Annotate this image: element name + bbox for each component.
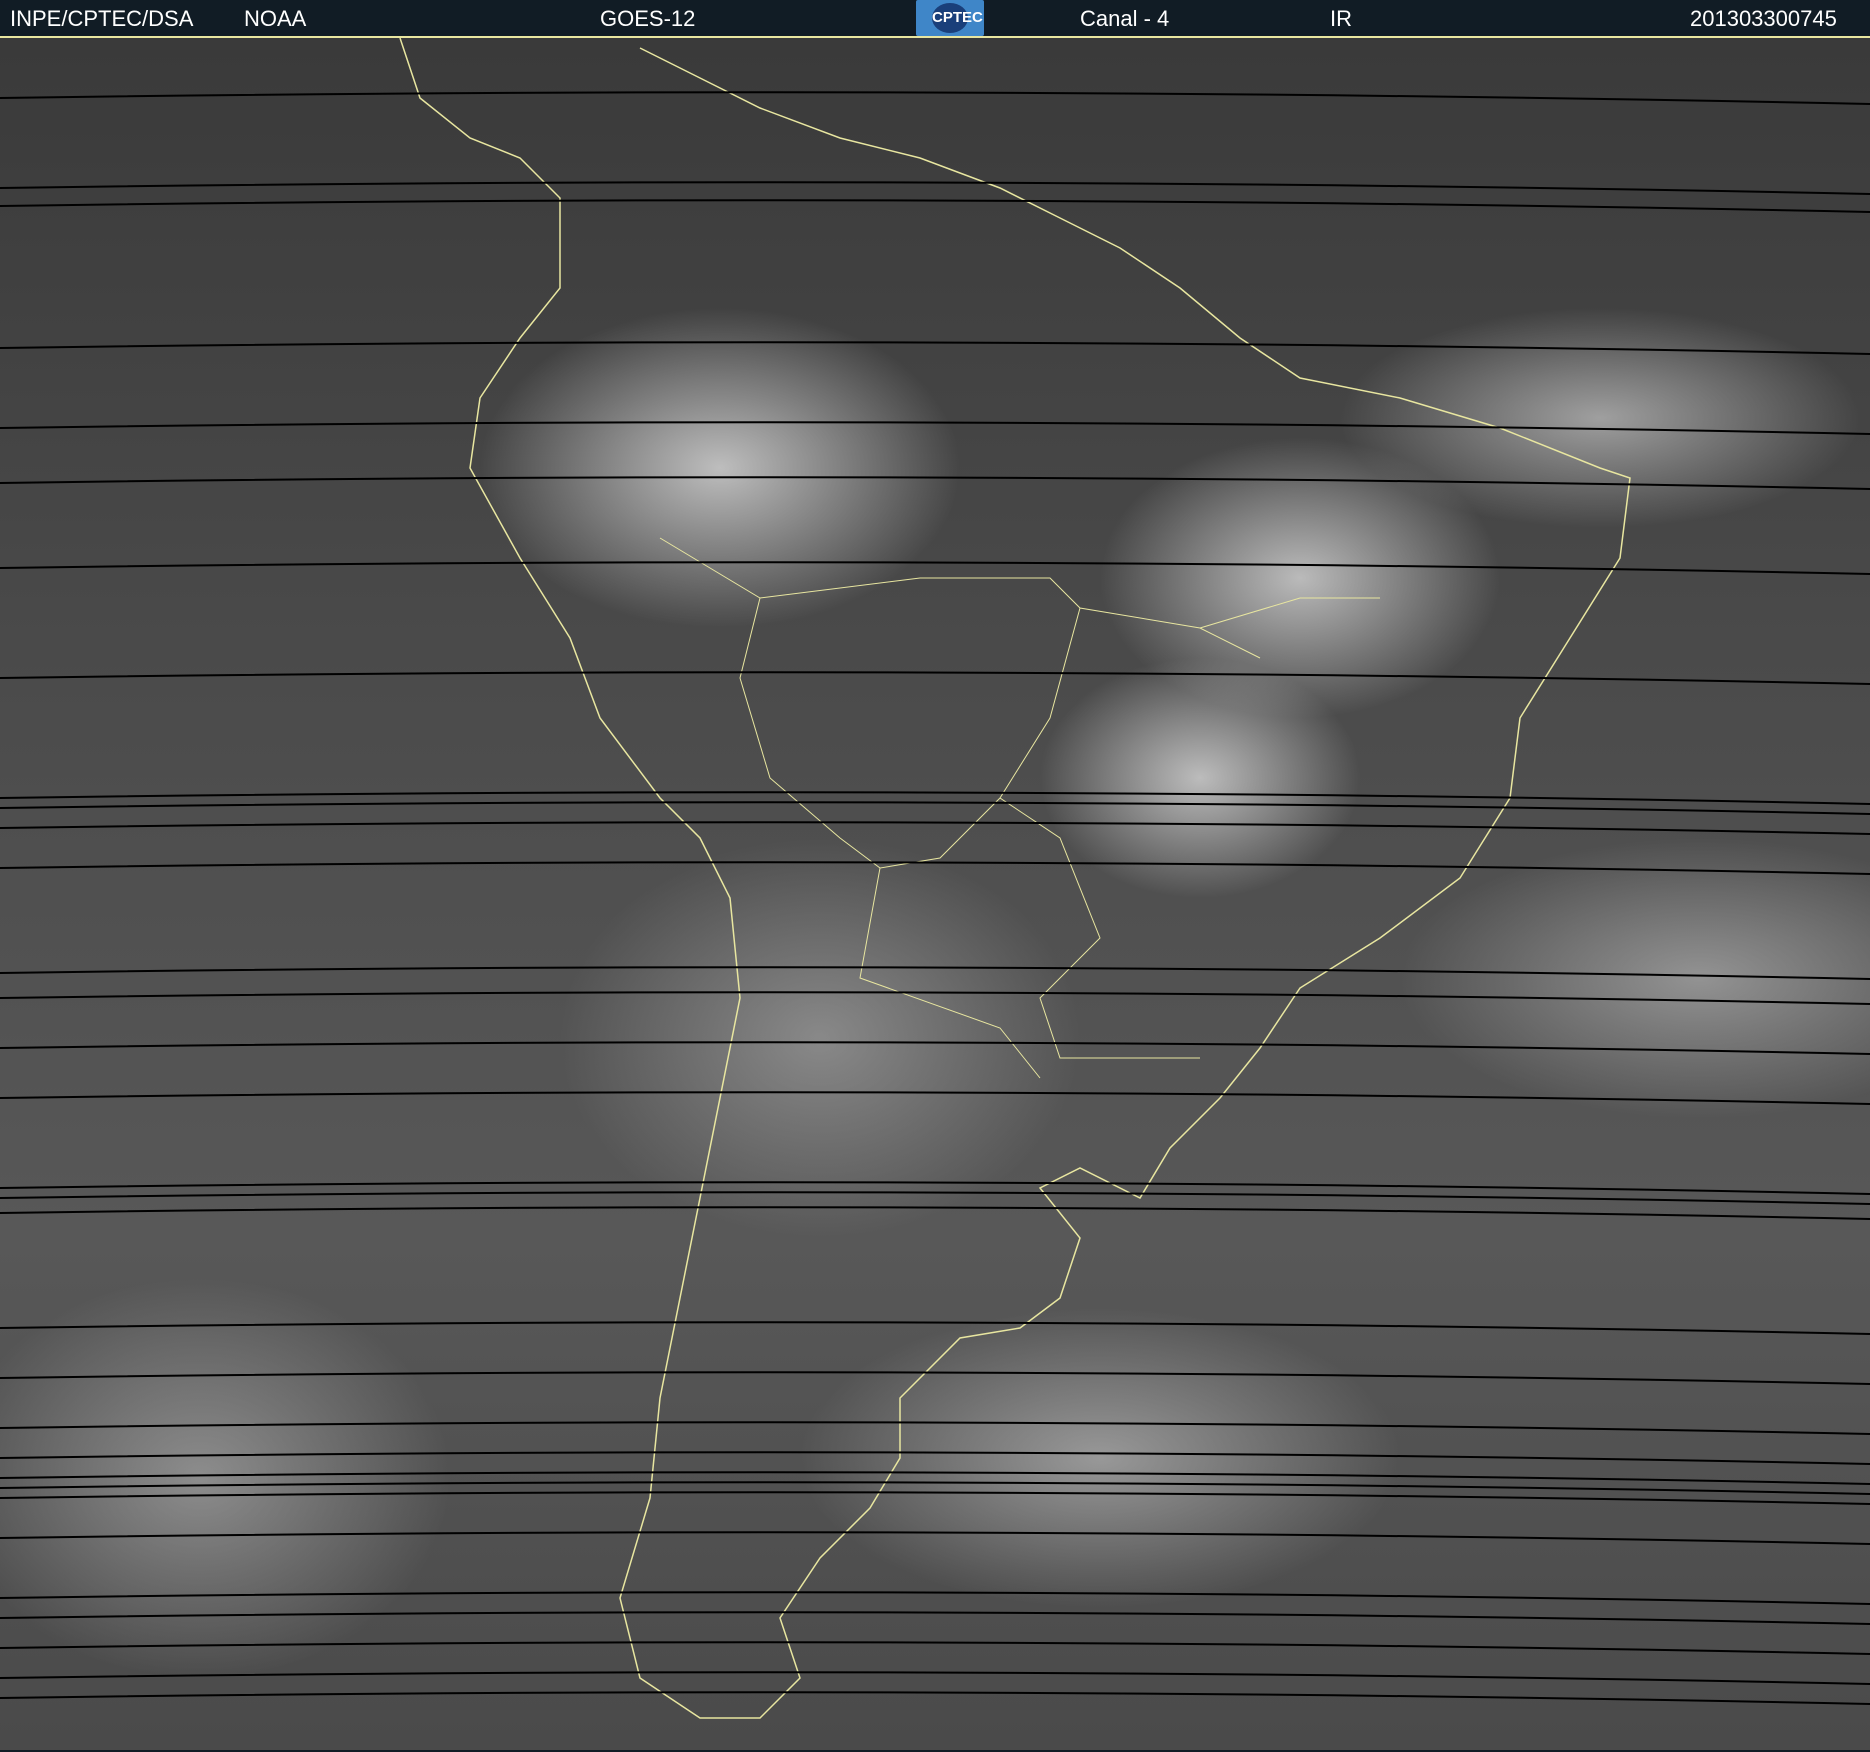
satellite-image [0, 36, 1870, 1750]
cptec-logo: CPTEC [916, 0, 984, 36]
scanline [0, 1206, 1870, 1220]
scanline [0, 91, 1870, 105]
scanline [0, 1191, 1870, 1205]
timestamp-label: 201303300745 [1690, 6, 1837, 31]
scanline [0, 341, 1870, 355]
scanline [0, 1421, 1870, 1435]
scanline [0, 1321, 1870, 1335]
scanline [0, 181, 1870, 195]
scanline [0, 966, 1870, 980]
scanline [0, 1641, 1870, 1655]
scanline [0, 1491, 1870, 1505]
channel-label: Canal - 4 [1080, 6, 1170, 31]
scanline [0, 861, 1870, 875]
scanline [0, 421, 1870, 435]
scanline [0, 671, 1870, 685]
scanline [0, 1451, 1870, 1465]
scanline [0, 561, 1870, 575]
scanline-artifacts [0, 91, 1870, 1705]
scanline [0, 801, 1870, 815]
scanline [0, 1091, 1870, 1105]
scanline [0, 1041, 1870, 1055]
scanline [0, 1531, 1870, 1545]
satellite-label: GOES-12 [600, 6, 696, 31]
header-bar: INPE/CPTEC/DSA NOAA GOES-12 CPTEC Canal … [0, 0, 1870, 36]
agency-label: INPE/CPTEC/DSA [10, 6, 194, 31]
scanline [0, 1611, 1870, 1625]
scanline [0, 476, 1870, 490]
scanline [0, 991, 1870, 1005]
source-label: NOAA [244, 6, 307, 31]
scanline [0, 821, 1870, 835]
scanline [0, 1591, 1870, 1605]
scanline [0, 1691, 1870, 1705]
scanline [0, 1671, 1870, 1685]
scanline [0, 199, 1870, 213]
scanline [0, 1371, 1870, 1385]
band-label: IR [1330, 6, 1352, 31]
